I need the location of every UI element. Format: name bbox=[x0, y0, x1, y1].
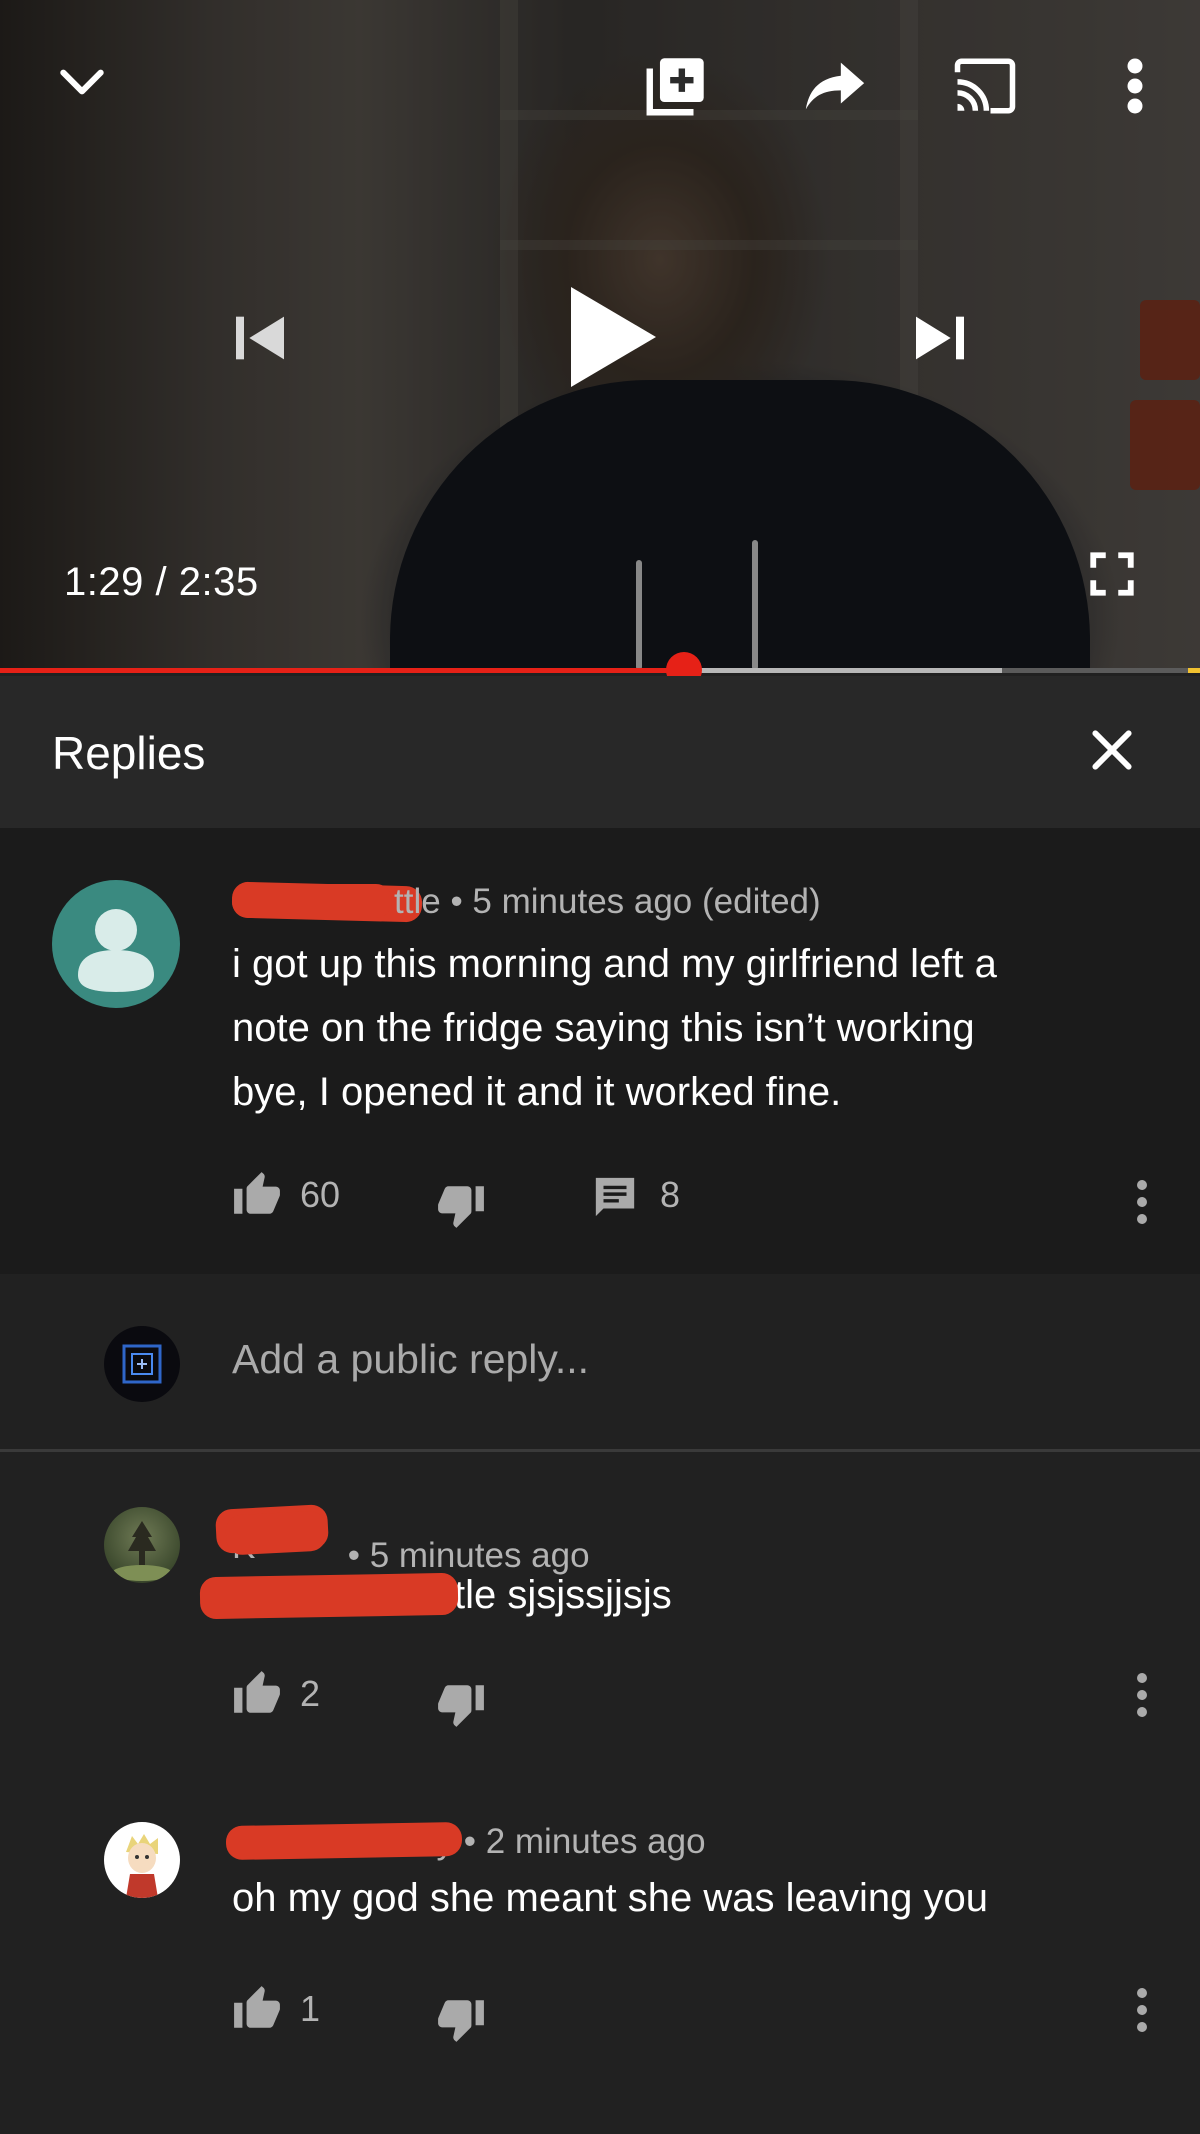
like-count: 60 bbox=[300, 1174, 341, 1215]
avatar[interactable] bbox=[52, 880, 180, 1008]
fullscreen-button[interactable] bbox=[1082, 546, 1142, 602]
play-icon bbox=[571, 287, 656, 387]
comment-text-line: note on the fridge saying this isn’t wor… bbox=[232, 1006, 975, 1050]
like-button[interactable] bbox=[230, 1168, 284, 1222]
duration: 2:35 bbox=[178, 560, 259, 604]
chevron-down-icon bbox=[60, 69, 104, 95]
comment-text: i got up this morning and my girlfriend … bbox=[232, 932, 1152, 1124]
player-more-button[interactable] bbox=[1110, 50, 1160, 122]
user-logo-icon bbox=[122, 1344, 162, 1384]
share-icon bbox=[805, 62, 865, 110]
replies-header: Replies bbox=[0, 676, 1200, 828]
thumbs-down-icon bbox=[438, 2000, 484, 2042]
reply-count-button[interactable] bbox=[588, 1170, 642, 1224]
fullscreen-icon bbox=[1090, 552, 1134, 596]
comment-text-line: bye, I opened it and it worked fine. bbox=[232, 1070, 842, 1114]
progress-played bbox=[0, 668, 684, 673]
close-replies-button[interactable] bbox=[1084, 722, 1140, 778]
like-count: 1 bbox=[300, 1988, 321, 2029]
comment-timestamp: • 5 minutes ago (edited) bbox=[450, 882, 821, 921]
reply-text-fragment: tle sjsjssjjsjs bbox=[454, 1573, 672, 1617]
replies-title: Replies bbox=[52, 727, 206, 779]
main-comment: ttle • 5 minutes ago (edited) i got up t… bbox=[0, 828, 1200, 1274]
dislike-button[interactable] bbox=[434, 1992, 488, 2046]
play-button[interactable] bbox=[556, 282, 666, 392]
more-vert-icon bbox=[1127, 58, 1143, 114]
thumbs-up-icon bbox=[234, 1172, 280, 1214]
like-button[interactable] bbox=[230, 1667, 284, 1721]
like-button[interactable] bbox=[230, 1982, 284, 2036]
comment-more-button[interactable] bbox=[1130, 1172, 1154, 1232]
add-to-playlist-icon bbox=[646, 58, 704, 116]
previous-icon bbox=[236, 316, 284, 360]
redacted-author bbox=[225, 1510, 327, 1556]
cast-button[interactable] bbox=[944, 50, 1026, 122]
default-avatar-icon bbox=[78, 909, 154, 992]
previous-button[interactable] bbox=[222, 300, 298, 376]
thumbs-up-icon bbox=[234, 1986, 280, 2028]
close-icon bbox=[1092, 730, 1132, 770]
share-button[interactable] bbox=[790, 48, 880, 124]
time-separator: / bbox=[155, 560, 168, 604]
progress-bar[interactable] bbox=[0, 652, 1200, 688]
next-icon bbox=[916, 316, 964, 360]
thumbs-down-icon bbox=[438, 1186, 484, 1228]
video-player[interactable]: 1:29 / 2:35 bbox=[0, 0, 1200, 672]
dislike-button[interactable] bbox=[434, 1178, 488, 1232]
avatar-image-icon bbox=[112, 1521, 172, 1581]
avatar[interactable] bbox=[104, 1507, 180, 1583]
reply-text: oh my god she meant she was leaving you bbox=[232, 1876, 988, 1920]
reply-more-button[interactable] bbox=[1130, 1980, 1154, 2040]
comment-text-line: i got up this morning and my girlfriend … bbox=[232, 942, 997, 986]
reply-more-button[interactable] bbox=[1130, 1665, 1154, 1725]
avatar-image-icon bbox=[126, 1834, 158, 1898]
progress-marker bbox=[1188, 668, 1200, 673]
reply-item: nny • 2 minutes ago oh my god she meant … bbox=[0, 1770, 1200, 2070]
reply-item: K • 5 minutes ago tle sjsjssjjsjs 2 bbox=[0, 1455, 1200, 1755]
next-button[interactable] bbox=[902, 300, 978, 376]
redacted-author bbox=[225, 1821, 463, 1861]
like-count: 2 bbox=[300, 1673, 321, 1714]
time-display: 1:29 / 2:35 bbox=[64, 560, 259, 605]
reply-input[interactable]: Add a public reply... bbox=[232, 1336, 589, 1383]
reply-timestamp: • 2 minutes ago bbox=[463, 1822, 706, 1861]
avatar[interactable] bbox=[104, 1822, 180, 1898]
redacted-text bbox=[199, 1572, 459, 1620]
add-to-playlist-button[interactable] bbox=[638, 48, 714, 124]
minimize-button[interactable] bbox=[52, 52, 112, 112]
cast-icon bbox=[954, 58, 1016, 114]
add-reply-row[interactable]: Add a public reply... bbox=[0, 1274, 1200, 1452]
author-name-fragment: ttle bbox=[394, 882, 441, 921]
reply-count: 8 bbox=[660, 1174, 681, 1215]
thumbs-down-icon bbox=[438, 1685, 484, 1727]
redacted-author bbox=[232, 884, 392, 918]
current-user-avatar bbox=[104, 1326, 180, 1402]
thumbs-up-icon bbox=[234, 1671, 280, 1713]
current-time: 1:29 bbox=[64, 560, 144, 604]
comment-icon bbox=[595, 1177, 635, 1217]
dislike-button[interactable] bbox=[434, 1677, 488, 1731]
